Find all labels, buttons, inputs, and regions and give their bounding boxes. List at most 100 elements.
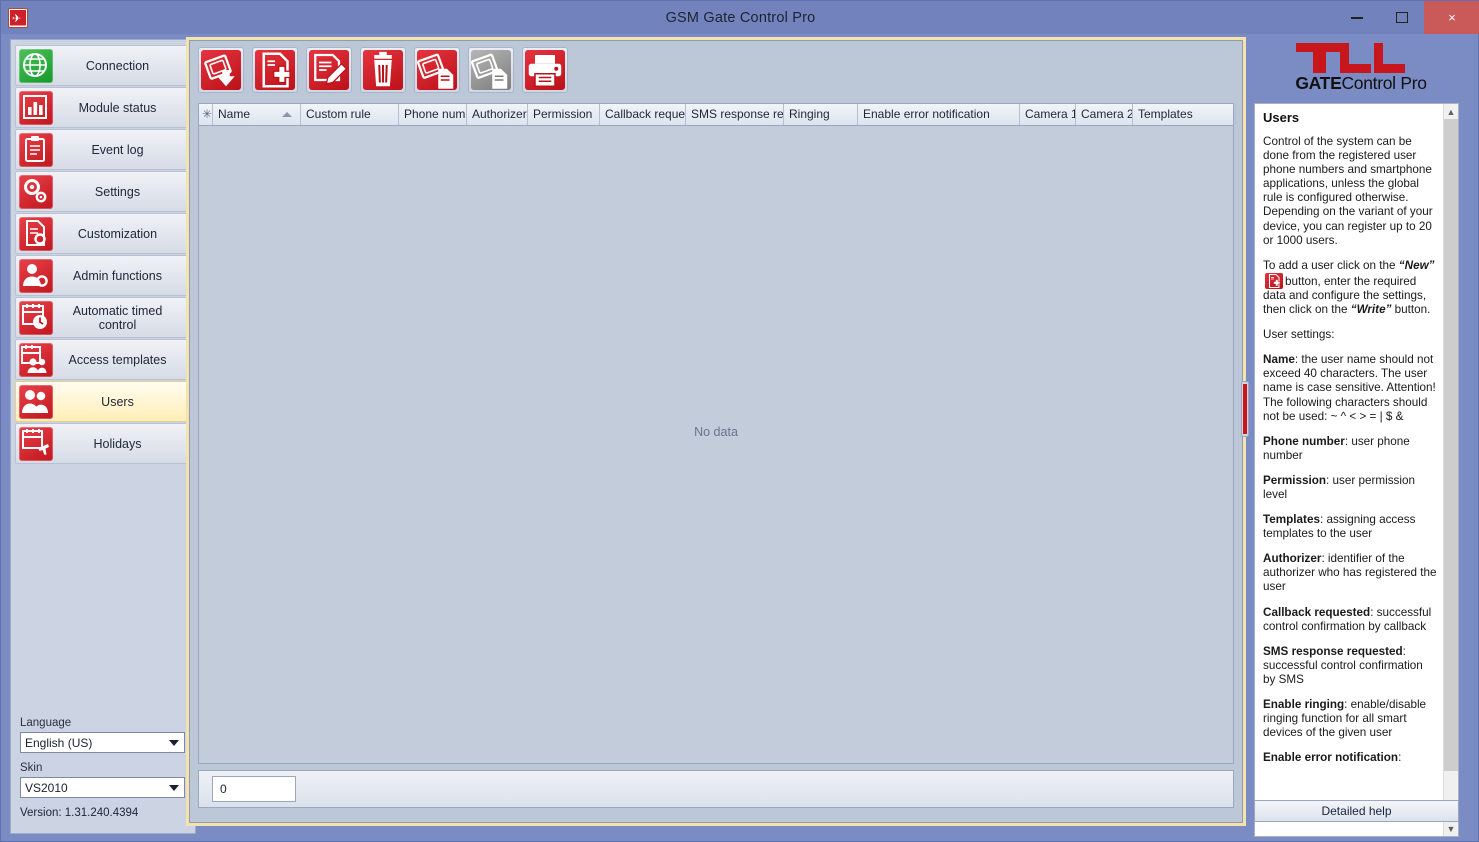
help-setting-term: Enable ringing xyxy=(1263,698,1345,711)
sidebar-item-module-status[interactable]: Module status xyxy=(15,87,191,128)
column-header-label: Templates xyxy=(1138,107,1193,121)
calendar-clock-icon xyxy=(19,300,53,335)
sidebar-item-label: Admin functions xyxy=(73,268,162,283)
detailed-help-button[interactable]: Detailed help xyxy=(1254,800,1459,822)
sidebar-item-automatic-timed-control[interactable]: Automatic timed control xyxy=(15,297,191,338)
scroll-down-icon[interactable]: ▼ xyxy=(1444,821,1458,836)
language-value: English (US) xyxy=(25,735,93,750)
column-header-camera-2[interactable]: Camera 2 xyxy=(1076,104,1133,125)
panel-splitter-handle[interactable] xyxy=(1241,381,1249,437)
language-select[interactable]: English (US) xyxy=(20,732,185,753)
help-setting-desc: : xyxy=(1398,751,1402,765)
book-download-icon xyxy=(201,50,241,90)
print-users-button[interactable] xyxy=(522,47,568,93)
main-panel: ✳ Name Custom rule Phone numbe Authorizer Per… xyxy=(189,40,1243,823)
brand-logo: GATEControl Pro xyxy=(1250,37,1472,99)
column-header-name[interactable]: Name xyxy=(213,104,301,125)
column-header-enable-error-notification[interactable]: Enable error notification xyxy=(858,104,1020,125)
sidebar-item-access-templates[interactable]: Access templates xyxy=(15,339,191,380)
maximize-button[interactable] xyxy=(1379,1,1424,34)
scroll-up-icon[interactable]: ▲ xyxy=(1444,104,1458,119)
export-users-button xyxy=(468,47,514,93)
sidebar-item-label: Automatic timed control xyxy=(72,303,163,332)
column-header-phone-numbe[interactable]: Phone numbe xyxy=(399,104,467,125)
help-intro-paragraph: Control of the system can be done from t… xyxy=(1263,135,1433,247)
sidebar-item-label: Access templates xyxy=(68,352,167,367)
help-setting-term: Phone number xyxy=(1263,434,1345,448)
scrollbar-thumb[interactable] xyxy=(1444,119,1458,771)
column-header-label: Callback reques xyxy=(605,107,686,121)
sidebar-item-connection[interactable]: Connection xyxy=(15,45,191,86)
sidebar-item-admin-functions[interactable]: Admin functions xyxy=(15,255,191,296)
help-new-label: “New” xyxy=(1398,258,1435,272)
application-window: ✈ GSM Gate Control Pro × Connection Modul… xyxy=(0,0,1479,842)
column-header-label: Phone numbe xyxy=(404,107,466,121)
language-label: Language xyxy=(20,717,72,729)
help-add-end: button. xyxy=(1394,303,1431,317)
sidebar-nav: Connection Module status Event log Settings… xyxy=(11,40,195,464)
sidebar-options: Language English (US) Skin VS2010 Versio… xyxy=(20,717,185,819)
users-table: ✳ Name Custom rule Phone numbe Authorizer Per… xyxy=(198,103,1236,764)
column-header-custom-rule[interactable]: Custom rule xyxy=(301,104,399,125)
tell-logo-icon xyxy=(1296,43,1405,73)
globe-icon xyxy=(19,48,53,83)
minimize-icon xyxy=(1350,16,1363,19)
gears-icon xyxy=(19,174,53,209)
sidebar-item-label: Users xyxy=(101,394,134,409)
document-plus-icon xyxy=(255,50,295,90)
column-header-sms-response-requ[interactable]: SMS response requ xyxy=(686,104,784,125)
minimize-button[interactable] xyxy=(1334,1,1379,34)
sidebar-item-label: Holidays xyxy=(93,436,142,451)
column-header-label: Camera 2 xyxy=(1081,107,1133,121)
help-setting-item: SMS response requested: successful contr… xyxy=(1263,645,1437,687)
help-setting-item: Permission: user permission level xyxy=(1263,474,1437,502)
clipboard-icon xyxy=(19,132,53,167)
window-controls: × xyxy=(1334,1,1479,34)
sort-ascending-icon xyxy=(282,112,292,117)
help-setting-term: Permission xyxy=(1263,473,1327,487)
column-header-templates[interactable]: Templates xyxy=(1133,104,1236,125)
help-setting-term: Name xyxy=(1263,353,1295,367)
toolbar xyxy=(190,41,1242,101)
help-text-content: Users Control of the system can be done f… xyxy=(1255,104,1443,836)
record-count-field[interactable]: 0 xyxy=(212,776,296,802)
skin-select[interactable]: VS2010 xyxy=(20,777,185,798)
printer-icon xyxy=(525,50,565,90)
help-setting-item: Name: the user name should not exceed 40… xyxy=(1263,353,1437,423)
sidebar-item-customization[interactable]: Customization xyxy=(15,213,191,254)
close-button[interactable]: × xyxy=(1424,1,1479,34)
import-users-button[interactable] xyxy=(414,47,460,93)
help-settings-heading: User settings: xyxy=(1263,328,1335,342)
help-setting-item: Phone number: user phone number xyxy=(1263,435,1437,463)
sidebar-item-holidays[interactable]: Holidays xyxy=(15,423,191,464)
help-add-user-paragraph: To add a user click on the “New”button, … xyxy=(1263,259,1437,317)
column-header-permission[interactable]: Permission xyxy=(528,104,600,125)
column-header-label: Custom rule xyxy=(306,107,371,121)
help-setting-item: Enable error notification: xyxy=(1263,751,1437,765)
help-setting-term: Authorizer xyxy=(1263,552,1322,566)
table-status-bar: 0 xyxy=(198,770,1234,808)
skin-value: VS2010 xyxy=(25,780,68,795)
help-add-intro: To add a user click on the xyxy=(1263,258,1396,272)
sidebar: Connection Module status Event log Settings… xyxy=(10,39,196,834)
sidebar-item-settings[interactable]: Settings xyxy=(15,171,191,212)
read-users-button[interactable] xyxy=(198,47,244,93)
column-header-authorizer[interactable]: Authorizer xyxy=(467,104,528,125)
new-user-button[interactable] xyxy=(252,47,298,93)
column-header-ringing[interactable]: Ringing xyxy=(784,104,858,125)
sidebar-item-users[interactable]: Users xyxy=(15,381,191,422)
row-marker-header: ✳ xyxy=(199,104,213,125)
help-setting-item: Callback requested: successful control c… xyxy=(1263,606,1437,634)
column-header-camera-1[interactable]: Camera 1 xyxy=(1020,104,1076,125)
table-empty-message: No data xyxy=(694,424,738,439)
close-icon: × xyxy=(1448,10,1456,25)
help-setting-item: Enable ringing: enable/disable ringing f… xyxy=(1263,698,1437,740)
sidebar-item-label: Customization xyxy=(77,226,158,241)
edit-user-button[interactable] xyxy=(306,47,352,93)
delete-user-button[interactable] xyxy=(360,47,406,93)
logo-controlpro: Control Pro xyxy=(1341,73,1427,93)
sidebar-item-event-log[interactable]: Event log xyxy=(15,129,191,170)
help-heading: Users xyxy=(1263,110,1300,125)
column-header-callback-reques[interactable]: Callback reques xyxy=(600,104,686,125)
help-scrollbar[interactable]: ▲ ▼ xyxy=(1443,104,1458,836)
